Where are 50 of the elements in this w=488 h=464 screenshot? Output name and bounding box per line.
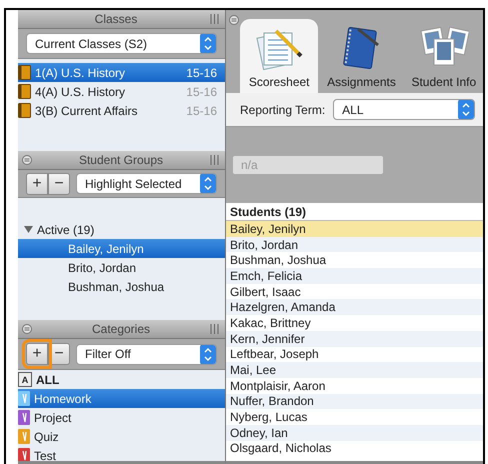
book-icon	[18, 65, 31, 80]
table-row[interactable]: Odney, Ian	[226, 424, 483, 441]
table-row[interactable]: Kern, Jennifer	[226, 330, 483, 346]
class-row[interactable]: 4(A) U.S. History 15-16	[18, 82, 225, 101]
add-button[interactable]: +	[26, 172, 48, 194]
panel-title: Categories	[90, 322, 152, 336]
all-badge: A	[18, 372, 32, 387]
class-row[interactable]: 1(A) U.S. History 15-16	[18, 63, 225, 82]
student-row[interactable]: Brito, Jordan	[18, 258, 225, 277]
stepper-icon	[200, 344, 216, 364]
dropdown[interactable]: Current Classes (S2)	[26, 33, 217, 54]
panel-title: Classes	[94, 12, 138, 26]
table-row[interactable]: Mai, Lee	[226, 362, 483, 378]
book-icon	[18, 103, 31, 118]
table-row[interactable]: Leftbear, Joseph	[226, 346, 483, 362]
table-row[interactable]: Emch, Felicia	[226, 268, 483, 284]
tab[interactable]: Student Info	[404, 19, 483, 93]
category-row[interactable]: Test	[18, 446, 225, 461]
student-row[interactable]: Bushman, Joshua	[18, 277, 225, 296]
dropdown[interactable]: Highlight Selected	[76, 173, 217, 194]
stepper-icon	[200, 174, 216, 193]
splitter-grip-icon[interactable]	[210, 14, 219, 24]
remove-button[interactable]: −	[48, 172, 70, 194]
collapse-icon[interactable]	[22, 155, 32, 165]
panel-title: Student Groups	[78, 153, 164, 167]
class-row[interactable]: 3(B) Current Affairs 15-16	[18, 101, 225, 120]
category-row[interactable]: Homework	[18, 389, 225, 408]
category-row[interactable]: Project	[18, 408, 225, 427]
collapse-icon[interactable]	[229, 15, 239, 25]
stepper-icon	[200, 34, 216, 53]
dropdown[interactable]: ALL	[333, 99, 475, 120]
student-row[interactable]: Bailey, Jenilyn	[18, 239, 225, 258]
table-row[interactable]: Olsgaard, Nicholas	[226, 440, 483, 456]
category-row[interactable]: A ALL	[18, 370, 225, 389]
tab[interactable]: Assignments	[322, 19, 401, 93]
category-row[interactable]: Quiz	[18, 427, 225, 446]
collapse-icon[interactable]	[22, 324, 32, 334]
field-label: Reporting Term:	[240, 102, 326, 116]
tab[interactable]: Scoresheet	[240, 19, 318, 93]
table-row[interactable]: Nuffer, Brandon	[226, 394, 483, 410]
splitter-grip-icon[interactable]	[210, 155, 219, 165]
splitter-grip-icon[interactable]	[210, 324, 219, 334]
table-row[interactable]: Bailey, Jenilyn	[226, 221, 483, 237]
stepper-icon	[458, 100, 474, 119]
dropdown[interactable]: Filter Off	[76, 344, 217, 364]
table-row[interactable]: Hazelgren, Amanda	[226, 299, 483, 316]
group-row[interactable]: Active (19)	[18, 220, 225, 239]
disclosure-triangle-icon[interactable]	[24, 225, 33, 234]
book-icon	[18, 84, 31, 99]
table-row[interactable]: Brito, Jordan	[226, 236, 483, 252]
